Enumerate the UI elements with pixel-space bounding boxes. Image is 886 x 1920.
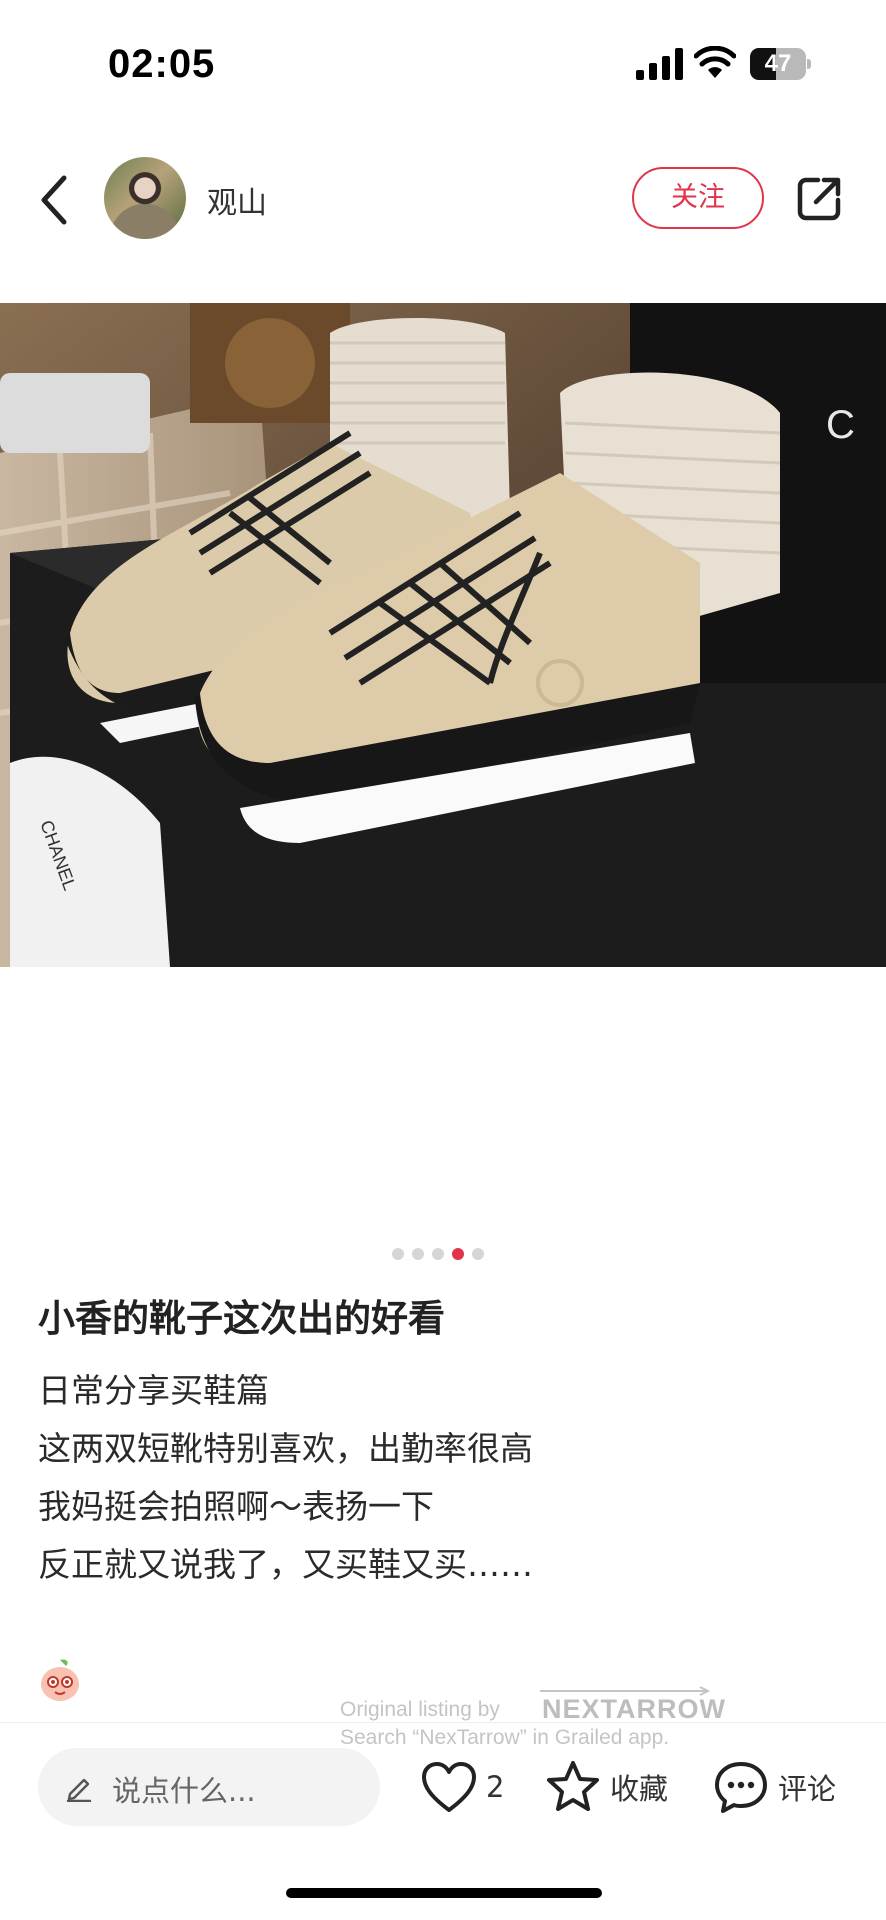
post-body: 日常分享买鞋篇 这两双短靴特别喜欢，出勤率很高 我妈挺会拍照啊～表扬一下 反正就… xyxy=(38,1362,858,1594)
heart-icon xyxy=(422,1762,476,1812)
share-icon[interactable] xyxy=(796,174,844,222)
collect-button[interactable]: 收藏 xyxy=(544,1752,668,1822)
carousel-dot[interactable] xyxy=(432,1248,444,1260)
pencil-icon xyxy=(66,1778,92,1802)
post-line: 我妈挺会拍照啊～表扬一下 xyxy=(38,1487,434,1526)
peach-sticker-icon[interactable] xyxy=(36,1656,84,1704)
comment-placeholder: 说点什么... xyxy=(112,1774,256,1808)
carousel-dot[interactable] xyxy=(392,1248,404,1260)
carousel-dot[interactable] xyxy=(452,1248,464,1260)
status-bar: 02:05 47 xyxy=(0,0,886,130)
comment-bubble-icon xyxy=(715,1762,767,1813)
svg-text:C: C xyxy=(826,403,855,447)
carousel-dot[interactable] xyxy=(412,1248,424,1260)
post-line: 日常分享买鞋篇 xyxy=(38,1371,269,1410)
watermark-line2: Search “NexTarrow” in Grailed app. xyxy=(340,1726,670,1749)
post-line: 反正就又说我了，又买鞋又买…… xyxy=(38,1545,533,1584)
post-title: 小香的靴子这次出的好看 xyxy=(38,1297,445,1340)
status-time: 02:05 xyxy=(108,42,216,86)
post-header: 观山 关注 xyxy=(0,140,886,260)
sneaker-boots-image: C CHANEL xyxy=(0,303,886,967)
author-avatar[interactable] xyxy=(104,157,186,239)
carousel-dots xyxy=(392,1248,484,1260)
post-photo[interactable]: C CHANEL xyxy=(0,303,886,967)
collect-label: 收藏 xyxy=(610,1772,669,1806)
star-icon xyxy=(547,1761,599,1811)
wifi-icon xyxy=(694,46,736,78)
back-icon[interactable] xyxy=(30,170,80,230)
carousel-dot[interactable] xyxy=(472,1248,484,1260)
comment-label: 评论 xyxy=(778,1772,837,1806)
author-name[interactable]: 观山 xyxy=(207,178,267,222)
battery-percent: 47 xyxy=(764,50,792,77)
watermark-line1: Original listing by xyxy=(340,1698,500,1721)
bottom-bar-divider xyxy=(0,1722,886,1723)
comment-input[interactable]: 说点什么... xyxy=(38,1748,380,1826)
home-indicator[interactable] xyxy=(286,1888,602,1898)
watermark-brand: NEXTARROW xyxy=(542,1694,726,1724)
battery-indicator: 47 xyxy=(750,48,811,80)
post-line: 这两双短靴特别喜欢，出勤率很高 xyxy=(38,1429,533,1468)
like-count: 2 xyxy=(486,1770,505,1804)
watermark: Original listing by NEXTARROW Search “Ne… xyxy=(340,1684,725,1754)
comment-button[interactable]: 评论 xyxy=(712,1752,836,1822)
like-button[interactable]: 2 xyxy=(420,1752,504,1822)
cellular-signal-icon xyxy=(636,48,683,80)
follow-button[interactable]: 关注 xyxy=(632,167,764,229)
